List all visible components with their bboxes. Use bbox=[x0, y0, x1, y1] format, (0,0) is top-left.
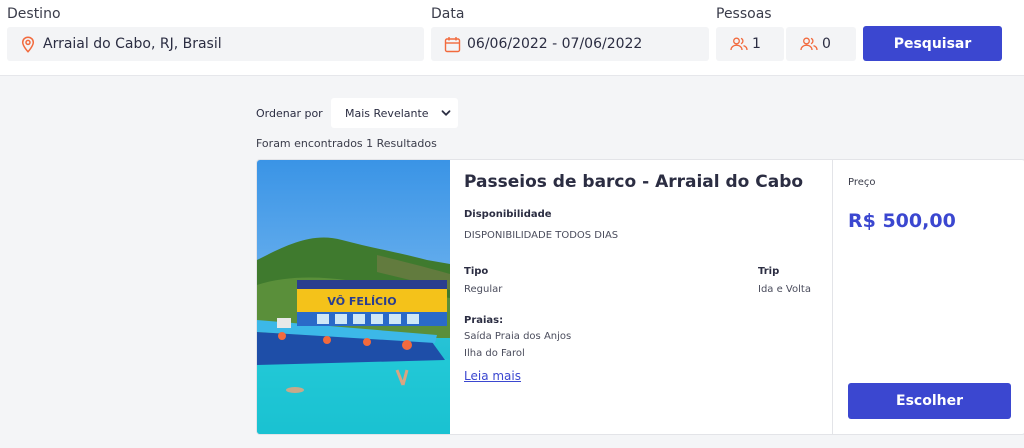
beach-item: Ilha do Farol bbox=[464, 348, 525, 359]
destination-value: Arraial do Cabo, RJ, Brasil bbox=[43, 36, 222, 52]
sort-label: Ordenar por bbox=[256, 107, 323, 120]
beach-item: Saída Praia dos Anjos bbox=[464, 331, 572, 342]
results-count: Foram encontrados 1 Resultados bbox=[256, 137, 437, 150]
trip-value: Ida e Volta bbox=[758, 284, 811, 295]
children-count: 0 bbox=[822, 36, 831, 52]
price-label: Preço bbox=[848, 177, 876, 188]
adults-field[interactable]: 1 bbox=[716, 27, 784, 61]
map-pin-icon bbox=[21, 35, 35, 53]
type-label: Tipo bbox=[464, 266, 489, 277]
beaches-label: Praias: bbox=[464, 315, 504, 326]
result-card: VÔ FELÍCIO Passeios de barco - Arraial d… bbox=[256, 159, 1024, 435]
boat-tour-photo: VÔ FELÍCIO bbox=[257, 160, 450, 434]
boat-name-text: VÔ FELÍCIO bbox=[327, 295, 396, 308]
price-value: R$ 500,00 bbox=[848, 210, 956, 232]
availability-value: DISPONIBILIDADE TODOS DIAS bbox=[464, 230, 619, 241]
search-bar: Destino Arraial do Cabo, RJ, Brasil Data… bbox=[0, 0, 1024, 76]
sort-selected-value: Mais Revelante bbox=[345, 106, 429, 120]
search-button[interactable]: Pesquisar bbox=[863, 26, 1002, 61]
adults-count: 1 bbox=[752, 36, 761, 52]
destination-field[interactable]: Arraial do Cabo, RJ, Brasil bbox=[7, 27, 424, 61]
date-label: Data bbox=[431, 6, 465, 22]
type-value: Regular bbox=[464, 284, 503, 295]
chevron-down-icon bbox=[441, 110, 451, 116]
destination-label: Destino bbox=[7, 6, 61, 22]
children-field[interactable]: 0 bbox=[786, 27, 856, 61]
availability-label: Disponibilidade bbox=[464, 209, 552, 220]
date-range-value: 06/06/2022 - 07/06/2022 bbox=[467, 36, 643, 52]
price-panel: Preço R$ 500,00 Escolher bbox=[832, 160, 1024, 434]
date-range-field[interactable]: 06/06/2022 - 07/06/2022 bbox=[431, 27, 709, 61]
trip-label: Trip bbox=[758, 266, 780, 277]
read-more-link[interactable]: Leia mais bbox=[464, 369, 521, 383]
sort-select[interactable]: Mais Revelante bbox=[331, 98, 458, 128]
people-label: Pessoas bbox=[716, 6, 772, 22]
calendar-icon bbox=[444, 36, 461, 52]
users-icon bbox=[800, 37, 818, 51]
users-icon bbox=[730, 37, 748, 51]
result-title: Passeios de barco - Arraial do Cabo bbox=[464, 172, 804, 192]
choose-button[interactable]: Escolher bbox=[848, 383, 1011, 419]
result-details: Passeios de barco - Arraial do Cabo Disp… bbox=[450, 160, 832, 434]
